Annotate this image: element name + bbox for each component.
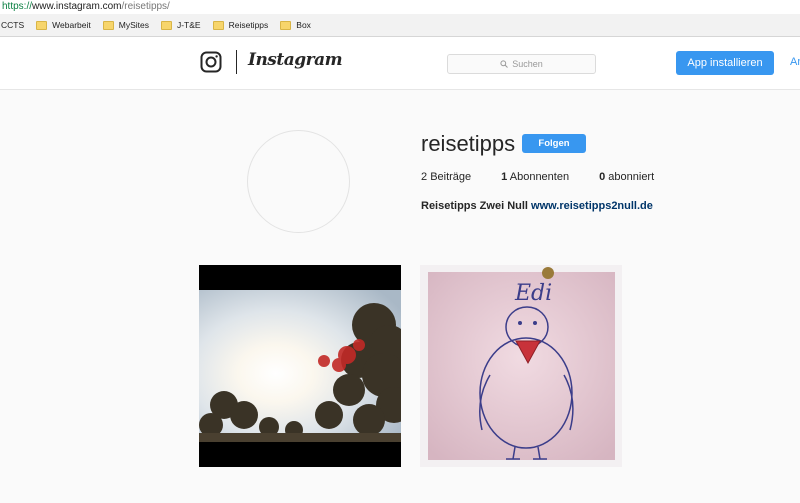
bookmark-label: Webarbeit [52, 20, 91, 30]
bookmark-box[interactable]: Box [280, 20, 311, 30]
bookmark-label: MySites [118, 20, 149, 30]
folder-icon [36, 20, 48, 30]
post-thumbnail-sun-trees[interactable] [199, 265, 401, 467]
following-label: abonniert [608, 171, 655, 183]
bookmark-ccts[interactable]: CCTS [1, 20, 24, 30]
url-scheme: https:// [2, 1, 33, 12]
login-link[interactable]: An [790, 56, 800, 68]
followers-label: Abonnenten [509, 171, 570, 183]
stat-following[interactable]: 0 abonniert [599, 171, 654, 183]
sun-through-trees-photo [199, 265, 401, 467]
bookmark-label: Reisetipps [228, 20, 269, 30]
bookmark-webarbeit[interactable]: Webarbeit [36, 20, 91, 30]
posts-count: 2 [421, 171, 428, 183]
edi-bird-drawing-photo: Edi [420, 265, 622, 467]
logo-divider [236, 50, 237, 74]
bookmarks-bar: CCTS Webarbeit MySites J-T&E Reisetipps … [0, 14, 800, 37]
drawn-text: Edi [514, 281, 552, 306]
search-icon [500, 60, 509, 68]
bookmark-label: J-T&E [176, 20, 201, 30]
stat-posts: 2 Beiträge [421, 171, 471, 183]
profile-stats: 2 Beiträge 1 Abonnenten 0 abonniert [421, 171, 684, 183]
instagram-wordmark[interactable]: Instagram [248, 50, 343, 70]
search-input[interactable]: Suchen [447, 54, 596, 74]
posts-label: Beiträge [430, 171, 472, 183]
search-placeholder: Suchen [512, 59, 543, 69]
following-count: 0 [599, 171, 606, 183]
bookmark-jte[interactable]: J-T&E [160, 20, 201, 30]
follow-button[interactable]: Folgen [522, 134, 586, 153]
folder-icon [280, 20, 292, 30]
bookmark-label: CCTS [1, 20, 25, 30]
folder-icon [102, 20, 114, 30]
bio-name: Reisetipps Zwei Null [421, 200, 528, 212]
bookmark-mysites[interactable]: MySites [102, 20, 149, 30]
install-app-button[interactable]: App installieren [676, 51, 774, 75]
bio-website-link[interactable]: www.reisetipps2null.de [531, 200, 653, 212]
address-bar[interactable]: https://www.instagram.com/reisetipps/ [0, 0, 800, 14]
bookmark-reisetipps[interactable]: Reisetipps [212, 20, 269, 30]
folder-icon [212, 20, 224, 30]
profile-username: reisetipps [421, 131, 516, 156]
profile-avatar[interactable] [247, 130, 350, 233]
followers-count: 1 [501, 171, 508, 183]
profile-bio: Reisetipps Zwei Null www.reisetipps2null… [421, 200, 653, 212]
bookmark-label: Box [296, 20, 311, 30]
folder-icon [160, 20, 172, 30]
url-host: www.instagram.com [32, 1, 122, 12]
stat-followers[interactable]: 1 Abonnenten [501, 171, 569, 183]
post-thumbnail-edi-drawing[interactable]: Edi [420, 265, 622, 467]
url-path: /reisetipps/ [121, 1, 170, 12]
instagram-header: Instagram Suchen App installieren An [0, 37, 800, 90]
instagram-camera-icon[interactable] [200, 51, 222, 73]
